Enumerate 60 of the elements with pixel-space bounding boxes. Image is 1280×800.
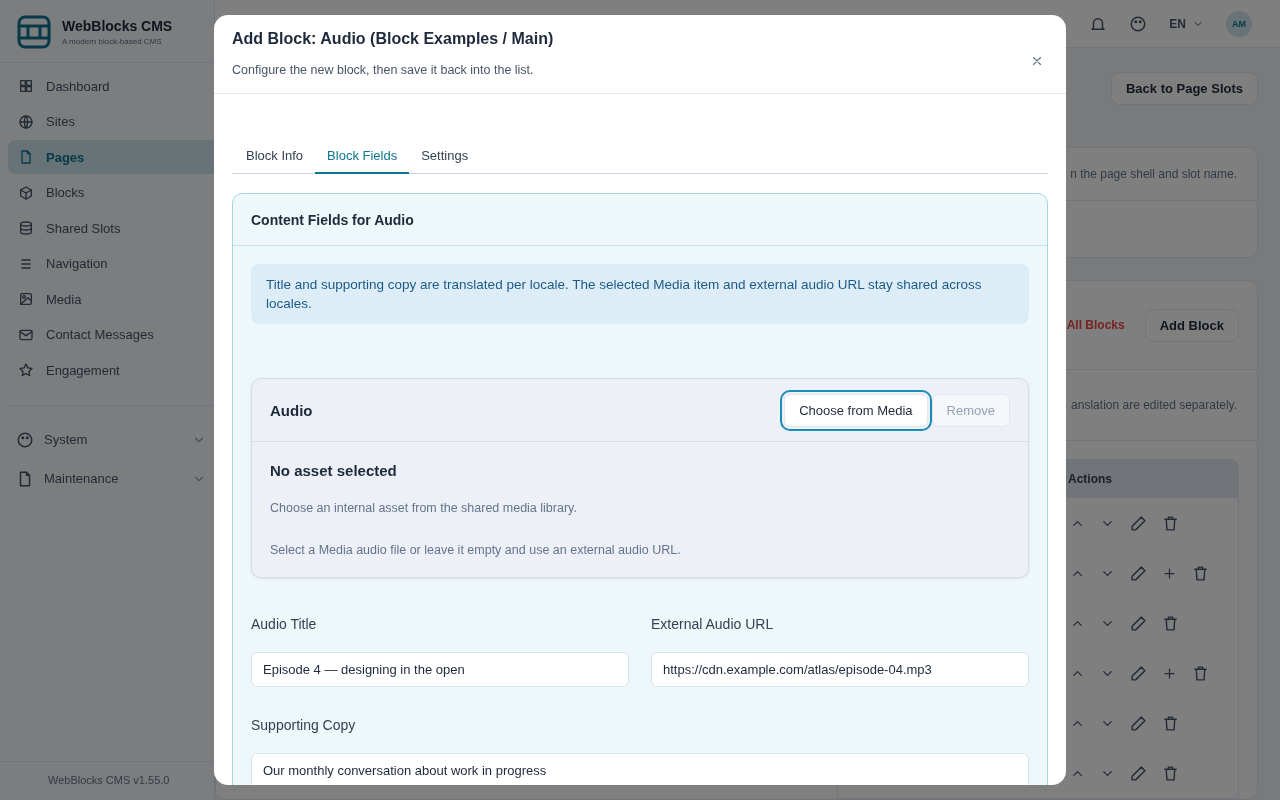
sidebar-item[interactable]: Engagement (8, 353, 214, 387)
database-icon (18, 220, 34, 236)
column-header: Actions (1068, 472, 1112, 486)
empty-state-title: No asset selected (270, 462, 398, 479)
delete-icon (1192, 564, 1209, 582)
note-text: anslation are edited separately. (1071, 398, 1237, 412)
delete-icon (1162, 614, 1179, 632)
delete-icon (1162, 514, 1179, 532)
sidebar-group[interactable]: Maintenance (0, 459, 214, 498)
dialog-subtitle: Configure the new block, then save it back into the list. (232, 63, 535, 77)
dialog-title: Add Block: Audio (Block Examples / Main) (232, 30, 555, 48)
sidebar-item[interactable]: Contact Messages (8, 317, 214, 352)
input-field[interactable]: https://cdn.example.com/atlas/episode-04.mp3 (651, 652, 1029, 687)
intro-text: n the page shell and slot name. (1070, 167, 1237, 181)
image-icon (18, 291, 34, 307)
star-icon (18, 362, 34, 378)
close-icon (1030, 54, 1044, 68)
tab[interactable]: Block Fields (315, 142, 410, 174)
field-label: Audio Title (251, 616, 318, 632)
globe-icon (18, 113, 34, 130)
delete-all-link[interactable]: All Blocks (1066, 318, 1125, 332)
sidebar-item[interactable]: Shared Slots (8, 211, 214, 245)
delete-icon (1162, 764, 1179, 782)
sidebar-item[interactable]: Sites (8, 104, 214, 139)
input-field[interactable]: Episode 4 — designing in the open (251, 652, 629, 687)
sidebar-group[interactable]: System (0, 420, 214, 459)
edit-icon (1130, 764, 1147, 782)
delete-icon (1162, 714, 1179, 732)
panel-title: Content Fields for Audio (233, 194, 1047, 246)
document-icon (18, 149, 34, 165)
delete-icon (1192, 664, 1209, 682)
field-label: Supporting Copy (251, 717, 357, 733)
sidebar-item[interactable]: Pages (8, 140, 214, 174)
tab[interactable]: Settings (409, 142, 481, 174)
app-name: WebBlocks CMS (62, 18, 173, 34)
input-field[interactable]: Our monthly conversation about work in progress (251, 753, 1029, 785)
app-tagline: A modern block-based CMS (62, 37, 163, 46)
back-button[interactable]: Back to Page Slots (1110, 72, 1258, 105)
tab[interactable]: Block Info (234, 142, 316, 174)
hint-text: Select a Media audio file or leave it empty and use an external audio URL. (270, 543, 682, 557)
info-message: Title and supporting copy are translated per locale. The selected Media item and external audio URL stay shared across locales. (251, 264, 1029, 324)
locale-selector[interactable]: EN (1169, 16, 1204, 31)
sidebar-item[interactable]: Navigation (8, 246, 214, 281)
field-label: External Audio URL (651, 616, 775, 632)
logo-icon (16, 14, 52, 50)
sidebar-item[interactable]: Media (8, 282, 214, 316)
edit-icon (1130, 714, 1147, 732)
help-text: Choose an internal asset from the shared media library. (270, 501, 578, 515)
asset-label: Audio (270, 401, 314, 419)
version-label: WebBlocks CMS v1.55.0 (0, 761, 214, 800)
dashboard-icon (18, 78, 34, 94)
sidebar-item[interactable]: Blocks (8, 175, 214, 210)
add-block-button[interactable]: Add Block (1144, 308, 1239, 342)
sidebar-item[interactable]: Dashboard (8, 69, 214, 103)
edit-icon (1130, 514, 1147, 532)
user-avatar[interactable]: AM (1226, 10, 1252, 37)
edit-icon (1130, 564, 1147, 582)
cube-icon (18, 184, 34, 201)
edit-icon (1130, 614, 1147, 632)
edit-icon (1130, 664, 1147, 682)
